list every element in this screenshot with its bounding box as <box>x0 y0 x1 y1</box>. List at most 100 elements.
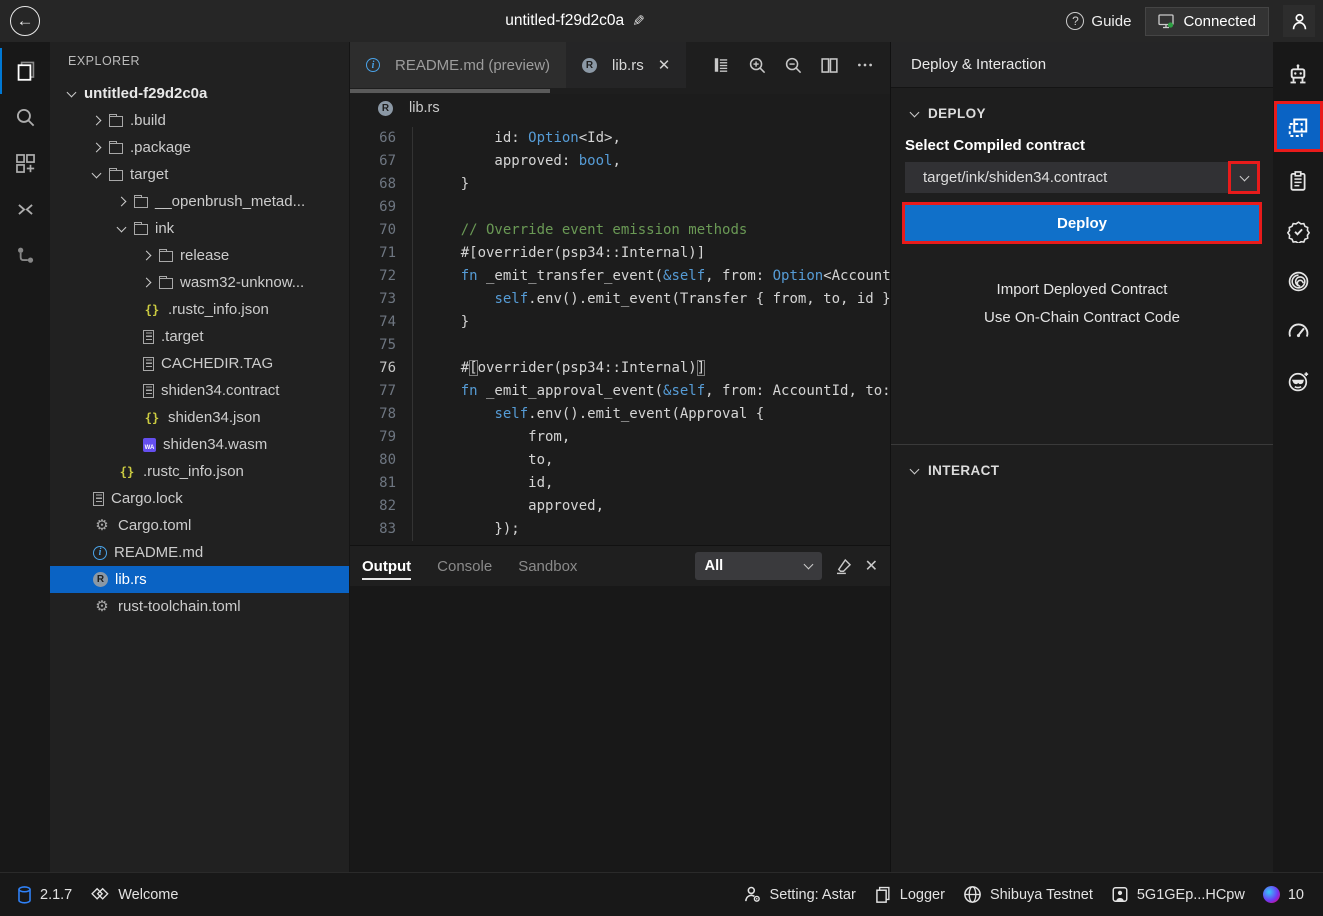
line-number: 81 <box>350 472 412 495</box>
sidebar-item-extensions[interactable] <box>0 140 50 186</box>
tree-item-label: target <box>130 166 168 183</box>
file-tree: untitled-f29d2c0a.build .package target __o… <box>50 80 349 620</box>
clear-output-icon[interactable] <box>834 557 853 576</box>
collapse-icon <box>15 199 36 220</box>
logger-button[interactable]: Logger <box>865 885 954 904</box>
verified-icon <box>1287 220 1310 243</box>
deploy-panel: Deploy & Interaction DEPLOY Select Compi… <box>890 42 1273 872</box>
line-number: 77 <box>350 380 412 403</box>
robot-icon <box>1286 63 1310 87</box>
zoom-in-icon[interactable] <box>744 52 770 78</box>
panel-item-assistant[interactable] <box>1275 50 1321 100</box>
line-number: 70 <box>350 219 412 242</box>
tree-item-label: .rustc_info.json <box>168 301 269 318</box>
tree-item-label: CACHEDIR.TAG <box>161 355 273 372</box>
chevron-right-icon <box>142 251 152 261</box>
tree-item-target[interactable]: target <box>50 161 349 188</box>
connected-badge[interactable]: Connected <box>1145 7 1269 36</box>
tree-item-label: wasm32-unknow... <box>180 274 304 291</box>
sidebar-item-search[interactable] <box>0 94 50 140</box>
zoom-out-icon[interactable] <box>780 52 806 78</box>
tree-item-cargo-toml[interactable]: ⚙Cargo.toml <box>50 512 349 539</box>
chevron-right-icon <box>92 116 102 126</box>
tab-output[interactable]: Output <box>362 546 411 586</box>
question-icon: ? <box>1066 12 1084 30</box>
tree-item--target[interactable]: .target <box>50 323 349 350</box>
tree-item-shiden34-contract[interactable]: shiden34.contract <box>50 377 349 404</box>
file-icon <box>93 492 104 506</box>
deploy-section-header[interactable]: DEPLOY <box>891 88 1273 131</box>
tree-item-release[interactable]: release <box>50 242 349 269</box>
interact-section-header[interactable]: INTERACT <box>891 445 1273 488</box>
panel-item-cool-face[interactable] <box>1275 356 1321 406</box>
split-editor-icon[interactable] <box>816 52 842 78</box>
tab-sandbox[interactable]: Sandbox <box>518 546 577 586</box>
tree-item--package[interactable]: .package <box>50 134 349 161</box>
tree-item--openbrush-metad-[interactable]: __openbrush_metad... <box>50 188 349 215</box>
tree-item-lib-rs[interactable]: Rlib.rs <box>50 566 349 593</box>
tree-item-untitled-f29d2c0a[interactable]: untitled-f29d2c0a <box>50 80 349 107</box>
chevron-right-icon <box>117 197 127 207</box>
account-indicator[interactable]: 5G1GEp...HCpw <box>1102 885 1254 904</box>
tree-item--build[interactable]: .build <box>50 107 349 134</box>
close-tab-icon[interactable]: ✕ <box>658 56 671 74</box>
back-button[interactable]: ← <box>10 6 40 36</box>
folder-icon <box>134 224 148 235</box>
tab-console[interactable]: Console <box>437 546 492 586</box>
more-actions-icon[interactable] <box>852 52 878 78</box>
tree-item-readme-md[interactable]: iREADME.md <box>50 539 349 566</box>
use-onchain-code-link[interactable]: Use On-Chain Contract Code <box>984 309 1180 326</box>
breadcrumb[interactable]: R lib.rs <box>350 94 890 122</box>
panel-item-verified[interactable] <box>1275 206 1321 256</box>
output-filter-select[interactable]: All <box>695 552 822 580</box>
compiled-contract-select[interactable]: target/ink/shiden34.contract <box>905 162 1259 193</box>
line-number: 69 <box>350 196 412 219</box>
tree-item-rust-toolchain-toml[interactable]: ⚙rust-toolchain.toml <box>50 593 349 620</box>
sidebar-item-source-control[interactable] <box>0 232 50 278</box>
setting-network-button[interactable]: Setting: Astar <box>734 885 865 904</box>
panel-item-gauge[interactable] <box>1275 306 1321 356</box>
rename-pencil-icon[interactable]: ✎ <box>632 12 645 30</box>
balance-indicator[interactable]: 10 <box>1254 886 1313 903</box>
panel-item-deploy[interactable] <box>1276 103 1321 150</box>
tree-item-cachedir-tag[interactable]: CACHEDIR.TAG <box>50 350 349 377</box>
tree-item--rustc-info-json[interactable]: {} .rustc_info.json <box>50 296 349 323</box>
sidebar-item-explorer[interactable] <box>0 48 50 94</box>
tree-item--rustc-info-json[interactable]: {}.rustc_info.json <box>50 458 349 485</box>
line-number: 67 <box>350 150 412 173</box>
tree-item-shiden34-wasm[interactable]: WAshiden34.wasm <box>50 431 349 458</box>
tab-librs[interactable]: R lib.rs ✕ <box>566 42 686 88</box>
welcome-button[interactable]: Welcome <box>81 886 187 904</box>
panel-item-swirl[interactable] <box>1275 256 1321 306</box>
sidebar-item-collapse[interactable] <box>0 186 50 232</box>
code-editor[interactable]: 66 id: Option<Id>,67 approved: bool,68 }… <box>350 122 890 545</box>
chevron-down-icon <box>117 222 127 232</box>
version-indicator[interactable]: 2.1.7 <box>8 886 81 904</box>
tree-item-cargo-lock[interactable]: Cargo.lock <box>50 485 349 512</box>
select-chevron-highlight[interactable] <box>1229 162 1259 193</box>
deploy-button[interactable]: Deploy <box>905 205 1259 241</box>
guide-button[interactable]: ? Guide <box>1066 12 1131 30</box>
editor-group: i README.md (preview) R lib.rs ✕ <box>350 42 890 872</box>
file-icon <box>143 330 154 344</box>
json-icon: {} <box>143 302 161 318</box>
outline-icon[interactable] <box>708 52 734 78</box>
import-deployed-contract-link[interactable]: Import Deployed Contract <box>997 281 1168 298</box>
tree-item-wasm32-unknow-[interactable]: wasm32-unknow... <box>50 269 349 296</box>
tree-item-label: .package <box>130 139 191 156</box>
avatar[interactable] <box>1283 5 1315 37</box>
chevron-right-icon <box>142 278 152 288</box>
network-indicator[interactable]: Shibuya Testnet <box>954 885 1102 904</box>
tab-readme[interactable]: i README.md (preview) <box>350 42 566 88</box>
close-panel-icon[interactable]: ✕ <box>865 556 878 576</box>
chevron-down-icon <box>1239 171 1249 181</box>
editor-tab-bar: i README.md (preview) R lib.rs ✕ <box>350 42 890 88</box>
tab-scrollbar[interactable] <box>350 88 890 94</box>
file-icon <box>143 384 154 398</box>
line-number: 66 <box>350 127 412 150</box>
panel-item-clipboard[interactable] <box>1275 156 1321 206</box>
code-line-79: 79 from, <box>350 426 890 449</box>
tree-item-ink[interactable]: ink <box>50 215 349 242</box>
tree-item-shiden34-json[interactable]: {}shiden34.json <box>50 404 349 431</box>
folder-icon <box>109 170 123 181</box>
